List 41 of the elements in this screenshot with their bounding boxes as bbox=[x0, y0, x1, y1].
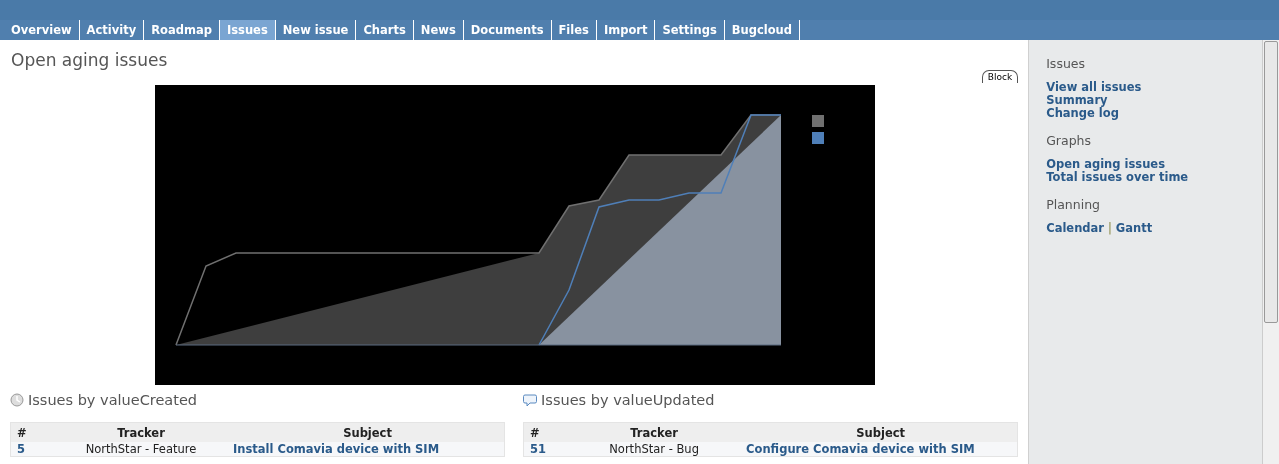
speech-bubble-icon bbox=[523, 393, 538, 407]
nav-tab[interactable]: Activity bbox=[79, 20, 145, 40]
nav-tab[interactable]: Settings bbox=[655, 20, 725, 40]
link-separator: | bbox=[1108, 222, 1112, 235]
sidebar-heading: Graphs bbox=[1046, 133, 1093, 148]
sidebar-heading: Planning bbox=[1046, 197, 1102, 212]
subject-link[interactable]: Configure Comavia device with SIM bbox=[744, 442, 1018, 456]
nav-tab[interactable]: Charts bbox=[356, 20, 414, 40]
column-header: Tracker bbox=[116, 425, 166, 440]
nav-tab[interactable]: Bugcloud bbox=[724, 20, 801, 40]
subject-link[interactable]: Install Comavia device with SIM bbox=[231, 442, 505, 456]
sidebar-link[interactable]: Summary bbox=[1046, 94, 1108, 107]
nav-tab[interactable]: Import bbox=[596, 20, 656, 40]
sidebar-link[interactable]: Change log bbox=[1046, 107, 1119, 120]
sidebar-link[interactable]: Total issues over time bbox=[1046, 171, 1189, 184]
sidebar-link[interactable]: Open aging issues bbox=[1046, 158, 1165, 171]
column-header: Subject bbox=[855, 425, 906, 440]
issue-id-link[interactable]: 5 bbox=[11, 442, 51, 456]
tracker-cell-text: NorthStar - Bug bbox=[608, 442, 700, 456]
sidebar-link[interactable]: Gantt bbox=[1115, 222, 1153, 235]
column-header: Subject bbox=[342, 425, 393, 440]
nav-tab[interactable]: Overview bbox=[4, 20, 80, 40]
nav-tab[interactable]: Documents bbox=[463, 20, 552, 40]
nav-tab[interactable]: Files bbox=[551, 20, 597, 40]
scrollbar-thumb[interactable] bbox=[1264, 41, 1278, 323]
tracker-cell-text: NorthStar - Feature bbox=[84, 442, 198, 456]
section-heading: Issues by valueUpdated bbox=[541, 392, 715, 408]
sidebar-heading: Issues bbox=[1046, 56, 1087, 71]
clock-icon bbox=[10, 393, 24, 407]
section-heading: Issues by valueCreated bbox=[28, 392, 198, 408]
column-header: Tracker bbox=[629, 425, 679, 440]
column-header: # bbox=[529, 425, 541, 440]
sidebar-link[interactable]: Calendar bbox=[1046, 222, 1104, 235]
nav-tab[interactable]: New issue bbox=[275, 20, 357, 40]
nav-tab[interactable]: Roadmap bbox=[144, 20, 220, 40]
block-button[interactable]: Block bbox=[981, 70, 1019, 83]
issue-id-link[interactable]: 51 bbox=[524, 442, 565, 456]
column-header: # bbox=[16, 425, 28, 440]
page-title: Open aging issues bbox=[11, 50, 168, 70]
nav-tab[interactable]: News bbox=[413, 20, 464, 40]
sidebar-link[interactable]: View all issues bbox=[1046, 81, 1142, 94]
